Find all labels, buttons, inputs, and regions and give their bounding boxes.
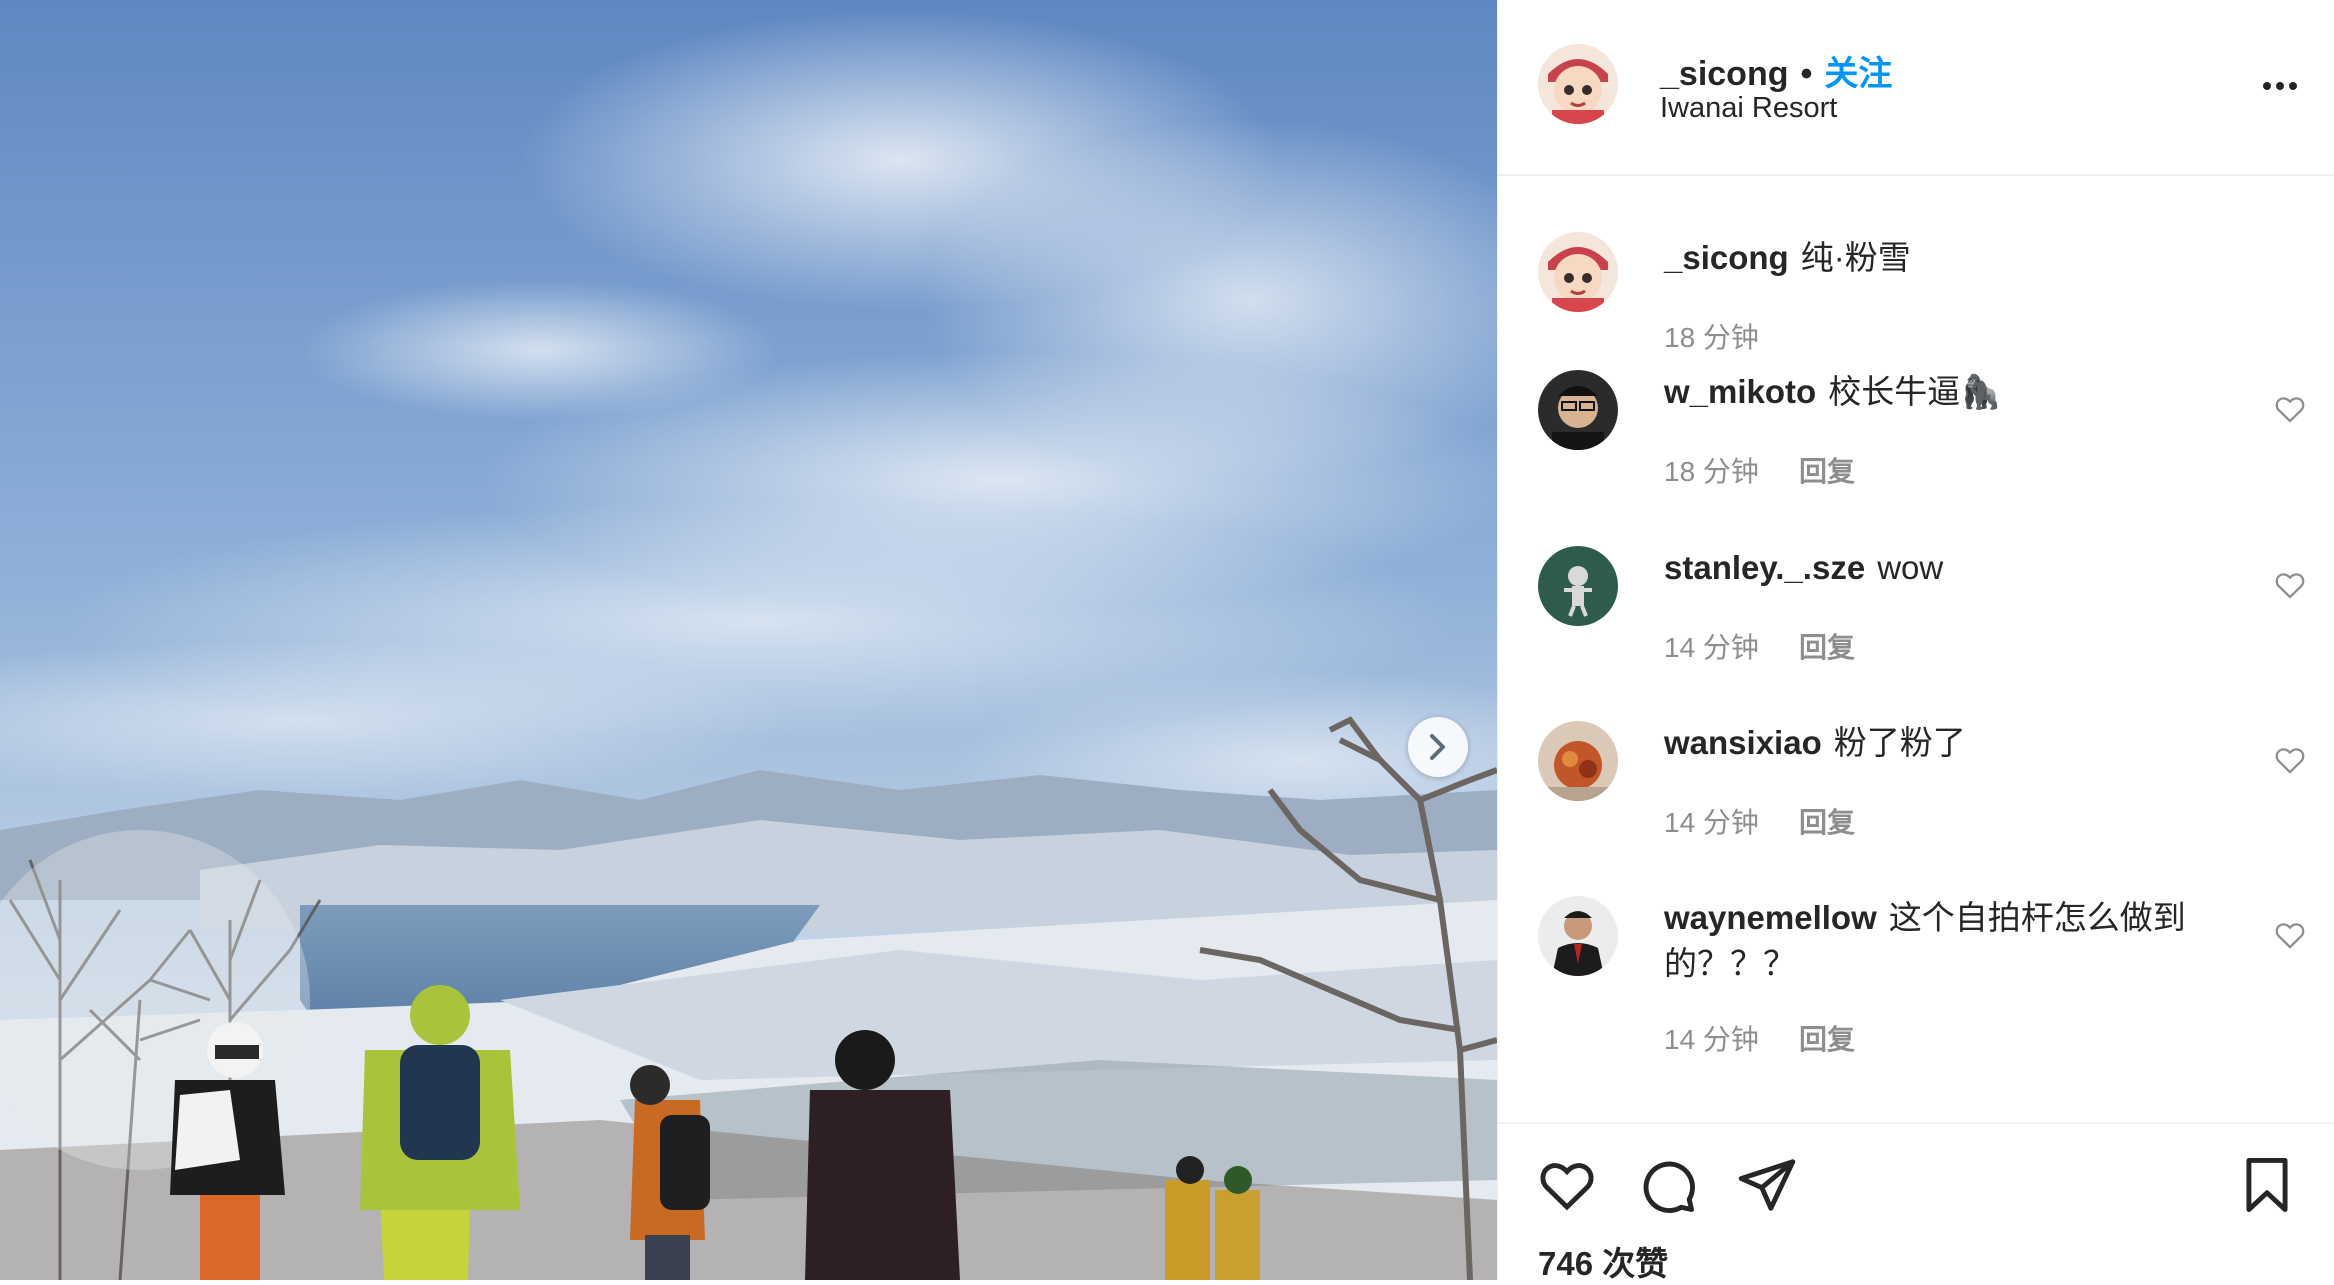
- comment-text-line: wansixiao 粉了粉了: [1664, 720, 2224, 766]
- heart-icon[interactable]: [2273, 392, 2307, 426]
- author-avatar[interactable]: [1538, 44, 1618, 124]
- like-button[interactable]: [1536, 1154, 1598, 1216]
- caption-timestamp: 18 分钟: [1664, 322, 1759, 353]
- food-photo-icon: [1538, 721, 1618, 801]
- reply-button[interactable]: 回复: [1799, 456, 1855, 487]
- comment-button[interactable]: [1636, 1154, 1698, 1216]
- heart-icon[interactable]: [2273, 918, 2307, 952]
- comment-meta: 14 分钟 回复: [1664, 801, 1855, 841]
- more-options-button[interactable]: [2250, 64, 2310, 108]
- reply-button[interactable]: 回复: [1799, 1024, 1855, 1055]
- post-sidebar: _sicong • 关注 Iwanai Resort _sicong 纯·粉雪 18 …: [1497, 0, 2334, 1282]
- comment-text-line: w_mikoto 校长牛逼🦍: [1664, 369, 2224, 415]
- post-photo: [0, 0, 1497, 1280]
- reply-button[interactable]: 回复: [1799, 807, 1855, 838]
- commenter-avatar[interactable]: [1538, 546, 1618, 626]
- caption-text: 纯·粉雪: [1800, 239, 1911, 276]
- comment-meta: 18 分钟 回复: [1664, 450, 1855, 490]
- comment-text: 粉了粉了: [1833, 724, 1966, 761]
- caption-text-line: _sicong 纯·粉雪: [1664, 235, 2224, 281]
- comment-text: wow: [1877, 549, 1944, 586]
- caption-username[interactable]: _sicong: [1664, 239, 1789, 276]
- bookmark-icon: [2246, 1158, 2288, 1212]
- heart-icon: [1540, 1163, 1594, 1211]
- comment-time: 14 分钟: [1664, 1024, 1759, 1055]
- next-photo-button[interactable]: [1408, 717, 1468, 777]
- comment-text: 校长牛逼🦍: [1828, 373, 2002, 410]
- heart-icon[interactable]: [2273, 568, 2307, 602]
- commenter-avatar[interactable]: [1538, 896, 1618, 976]
- comment-time: 18 分钟: [1664, 456, 1759, 487]
- profile-photo-icon: [1538, 370, 1618, 450]
- location-link[interactable]: Iwanai Resort: [1660, 92, 1837, 125]
- ski-landscape-image: [0, 0, 1497, 1280]
- heart-icon[interactable]: [2273, 743, 2307, 777]
- paper-plane-icon: [1738, 1159, 1796, 1211]
- post-actions-bar: 746 次赞: [1498, 1122, 2334, 1282]
- comment-meta: 14 分钟 回复: [1664, 1018, 1855, 1058]
- comment-text-line: waynemellow 这个自拍杆怎么做到的？？？: [1664, 895, 2224, 987]
- commenter-avatar[interactable]: [1538, 721, 1618, 801]
- post-header: _sicong • 关注 Iwanai Resort: [1498, 0, 2334, 176]
- follow-button[interactable]: 关注: [1824, 55, 1892, 93]
- reply-button[interactable]: 回复: [1799, 632, 1855, 663]
- comment-username[interactable]: wansixiao: [1664, 724, 1822, 761]
- comment-username[interactable]: w_mikoto: [1664, 373, 1816, 410]
- save-button[interactable]: [2236, 1154, 2298, 1216]
- separator-dot: •: [1800, 55, 1813, 93]
- comment-username[interactable]: waynemellow: [1664, 899, 1877, 936]
- cartoon-avatar-icon: [1538, 44, 1618, 124]
- comment-meta: 14 分钟 回复: [1664, 626, 1855, 666]
- chevron-right-icon: [1430, 734, 1445, 760]
- comment-text-line: stanley._.sze wow: [1664, 545, 2224, 591]
- comment-time: 14 分钟: [1664, 807, 1759, 838]
- comment-username[interactable]: stanley._.sze: [1664, 549, 1865, 586]
- commenter-avatar[interactable]: [1538, 370, 1618, 450]
- author-username[interactable]: _sicong: [1660, 55, 1788, 93]
- figure-avatar-icon: [1538, 546, 1618, 626]
- comment-bubble-icon: [1643, 1161, 1695, 1213]
- more-options-icon: [2263, 82, 2297, 90]
- like-count[interactable]: 746 次赞: [1538, 1237, 1668, 1285]
- header-user-line: _sicong • 关注: [1660, 46, 1892, 95]
- caption-avatar[interactable]: [1538, 232, 1618, 312]
- share-button[interactable]: [1736, 1154, 1798, 1216]
- comment-time: 14 分钟: [1664, 632, 1759, 663]
- profile-photo-icon: [1538, 896, 1618, 976]
- cartoon-avatar-icon: [1538, 232, 1618, 312]
